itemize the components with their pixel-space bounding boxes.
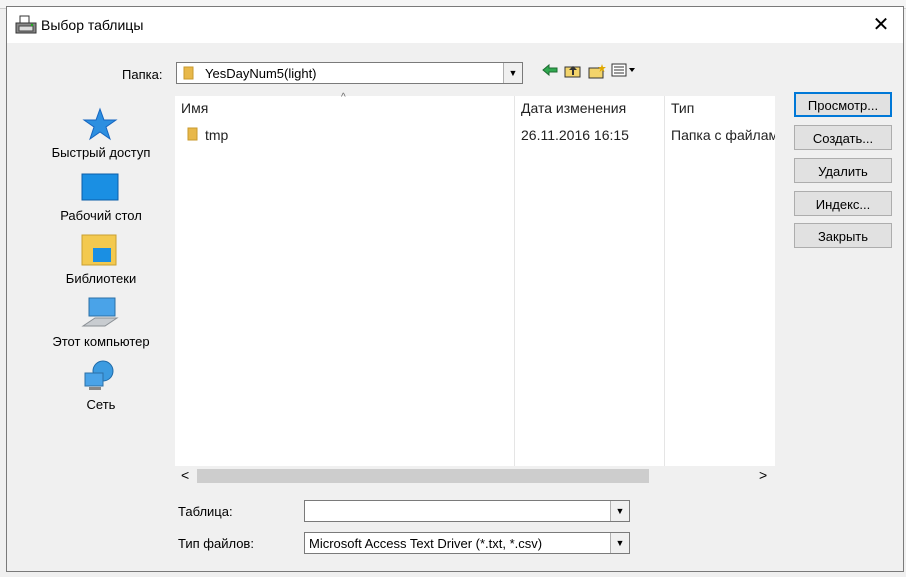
row-date: 26.11.2016 16:15 — [521, 127, 629, 143]
select-table-dialog: Выбор таблицы ✕ Папка: YesDayNum5(light)… — [6, 6, 904, 572]
computer-icon — [81, 296, 119, 330]
place-label: Этот компьютер — [52, 334, 150, 349]
title-bar: Выбор таблицы ✕ — [7, 7, 903, 43]
table-row[interactable]: tmp 26.11.2016 16:15 Папка с файлам — [175, 124, 775, 146]
column-divider[interactable] — [514, 96, 515, 466]
place-label: Сеть — [86, 397, 116, 412]
chevron-down-icon[interactable]: ▼ — [503, 63, 522, 83]
index-button[interactable]: Индекс... — [794, 191, 892, 216]
new-folder-icon[interactable] — [587, 63, 607, 81]
file-type-label: Тип файлов: — [178, 536, 254, 551]
file-type-combo[interactable]: Microsoft Access Text Driver (*.txt, *.c… — [304, 532, 630, 554]
close-button[interactable]: Закрыть — [794, 223, 892, 248]
chevron-down-icon[interactable]: ▼ — [610, 501, 629, 521]
horizontal-scrollbar[interactable]: < > — [175, 466, 775, 486]
scrollbar-thumb[interactable] — [197, 469, 649, 483]
app-icon — [15, 14, 37, 36]
folder-icon — [183, 66, 197, 80]
row-name: tmp — [205, 127, 229, 143]
scroll-right-icon[interactable]: > — [759, 467, 767, 483]
back-icon[interactable] — [540, 63, 560, 81]
libraries-icon — [81, 233, 119, 267]
place-label: Библиотеки — [65, 271, 137, 286]
folder-icon — [187, 127, 199, 141]
folder-value: YesDayNum5(light) — [205, 66, 317, 81]
place-label: Быстрый доступ — [51, 145, 151, 160]
table-combo[interactable]: ▼ — [304, 500, 630, 522]
column-divider[interactable] — [664, 96, 665, 466]
close-icon[interactable]: ✕ — [869, 13, 893, 37]
column-type[interactable]: Тип — [671, 100, 694, 116]
up-folder-icon[interactable] — [563, 63, 583, 81]
column-date[interactable]: Дата изменения — [521, 100, 626, 116]
row-type: Папка с файлам — [671, 127, 775, 143]
delete-button[interactable]: Удалить — [794, 158, 892, 183]
network-icon — [81, 359, 119, 393]
preview-button[interactable]: Просмотр... — [794, 92, 892, 117]
desktop-icon — [81, 170, 119, 204]
file-type-value: Microsoft Access Text Driver (*.txt, *.c… — [309, 536, 543, 551]
star-icon — [81, 107, 119, 141]
chevron-down-icon[interactable]: ▼ — [610, 533, 629, 553]
table-label: Таблица: — [178, 504, 233, 519]
folder-label: Папка: — [122, 67, 163, 82]
sort-arrow-icon: ^ — [341, 92, 346, 103]
folder-combo[interactable]: YesDayNum5(light) ▼ — [176, 62, 523, 84]
file-list[interactable]: ^ Имя Дата изменения Тип tmp 26.11.2016 … — [175, 92, 775, 486]
place-label: Рабочий стол — [60, 208, 142, 223]
view-menu-icon[interactable] — [611, 63, 637, 81]
scroll-left-icon[interactable]: < — [181, 467, 189, 483]
column-name[interactable]: Имя — [181, 100, 208, 116]
create-button[interactable]: Создать... — [794, 125, 892, 150]
dialog-title: Выбор таблицы — [41, 17, 144, 33]
